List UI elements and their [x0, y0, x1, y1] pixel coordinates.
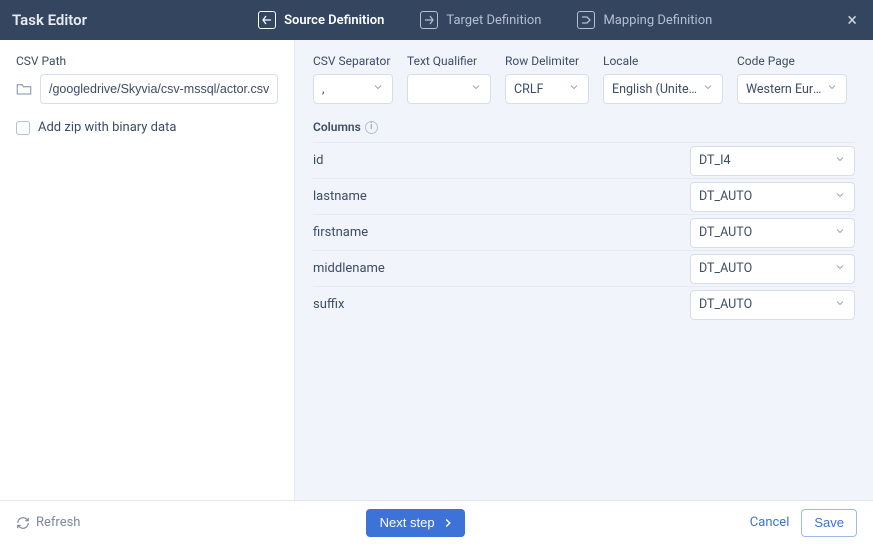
addzip-checkbox[interactable]	[16, 121, 30, 135]
column-type-value: DT_I4	[699, 153, 731, 168]
chevron-right-icon	[441, 516, 455, 530]
close-icon[interactable]: ×	[843, 6, 861, 35]
main-area: CSV Path Add zip with binary data CSV Se…	[0, 40, 873, 500]
column-type-value: DT_AUTO	[699, 297, 752, 312]
column-type-value: DT_AUTO	[699, 261, 752, 276]
locale-label: Locale	[603, 54, 723, 68]
save-button[interactable]: Save	[801, 509, 857, 537]
chevron-down-icon	[568, 81, 580, 97]
column-name: suffix	[313, 297, 344, 312]
csv-separator-label: CSV Separator	[313, 54, 393, 68]
text-qualifier-select[interactable]	[407, 74, 491, 104]
tab-label: Target Definition	[446, 13, 541, 28]
sidebar: CSV Path Add zip with binary data	[0, 40, 295, 500]
cancel-button[interactable]: Cancel	[750, 515, 790, 530]
chevron-down-icon	[470, 81, 482, 97]
params-row: CSV Separator , Text Qualifier Row Delim…	[313, 54, 855, 104]
chevron-down-icon	[826, 81, 838, 97]
refresh-label: Refresh	[36, 515, 80, 530]
refresh-button[interactable]: Refresh	[16, 515, 80, 530]
row-delimiter-select[interactable]: CRLF	[505, 74, 589, 104]
chevron-down-icon	[834, 261, 846, 277]
column-type-select[interactable]: DT_AUTO	[690, 290, 855, 320]
chevron-down-icon	[702, 81, 714, 97]
columns-label: Columns	[313, 120, 361, 134]
column-name: firstname	[313, 225, 368, 240]
csv-path-label: CSV Path	[16, 54, 278, 68]
tab-source-definition[interactable]: Source Definition	[240, 0, 402, 40]
code-page-select[interactable]: Western Europea…	[737, 74, 847, 104]
source-definition-icon	[258, 11, 276, 29]
column-type-select[interactable]: DT_AUTO	[690, 182, 855, 212]
param-text-qualifier: Text Qualifier	[407, 54, 491, 104]
footer-bar: Refresh Next step Cancel Save	[0, 500, 873, 544]
row-delimiter-label: Row Delimiter	[505, 54, 589, 68]
addzip-row[interactable]: Add zip with binary data	[16, 120, 278, 135]
column-name: middlename	[313, 261, 385, 276]
chevron-down-icon	[834, 297, 846, 313]
column-name: id	[313, 153, 324, 168]
refresh-icon	[16, 516, 30, 530]
csv-path-input[interactable]	[40, 74, 278, 104]
mapping-definition-icon	[577, 11, 595, 29]
column-name: lastname	[313, 189, 367, 204]
param-csv-separator: CSV Separator ,	[313, 54, 393, 104]
column-row: suffix DT_AUTO	[313, 286, 855, 322]
target-definition-icon	[420, 11, 438, 29]
folder-icon	[16, 82, 32, 96]
tab-target-definition[interactable]: Target Definition	[402, 0, 559, 40]
column-row: id DT_I4	[313, 142, 855, 178]
addzip-label: Add zip with binary data	[38, 120, 176, 135]
tab-label: Mapping Definition	[603, 13, 712, 28]
csv-path-row	[16, 74, 278, 104]
column-row: lastname DT_AUTO	[313, 178, 855, 214]
chevron-down-icon	[834, 189, 846, 205]
tab-label: Source Definition	[284, 13, 384, 28]
row-delimiter-value: CRLF	[514, 82, 543, 97]
column-type-value: DT_AUTO	[699, 189, 752, 204]
columns-list: idDT_I4lastnameDT_AUTOfirstnameDT_AUTOmi…	[313, 142, 855, 322]
param-row-delimiter: Row Delimiter CRLF	[505, 54, 589, 104]
csv-separator-value: ,	[322, 82, 324, 97]
code-page-value: Western Europea…	[746, 82, 826, 97]
chevron-down-icon	[834, 225, 846, 241]
next-step-label: Next step	[380, 515, 435, 530]
locale-value: English (United St…	[612, 82, 702, 97]
chevron-down-icon	[834, 153, 846, 169]
footer-right: Cancel Save	[750, 509, 857, 537]
footer-center: Next step	[80, 509, 749, 537]
page-title: Task Editor	[12, 11, 87, 29]
locale-select[interactable]: English (United St…	[603, 74, 723, 104]
columns-heading: Columns i	[313, 120, 855, 134]
content-panel: CSV Separator , Text Qualifier Row Delim…	[295, 40, 873, 500]
csv-separator-select[interactable]: ,	[313, 74, 393, 104]
header-bar: Task Editor Source Definition Target Def…	[0, 0, 873, 40]
text-qualifier-label: Text Qualifier	[407, 54, 491, 68]
param-code-page: Code Page Western Europea…	[737, 54, 847, 104]
column-type-select[interactable]: DT_AUTO	[690, 254, 855, 284]
column-row: firstname DT_AUTO	[313, 214, 855, 250]
code-page-label: Code Page	[737, 54, 847, 68]
tab-mapping-definition[interactable]: Mapping Definition	[559, 0, 730, 40]
chevron-down-icon	[372, 81, 384, 97]
column-row: middlename DT_AUTO	[313, 250, 855, 286]
column-type-select[interactable]: DT_I4	[690, 146, 855, 176]
column-type-select[interactable]: DT_AUTO	[690, 218, 855, 248]
param-locale: Locale English (United St…	[603, 54, 723, 104]
header-tabs: Source Definition Target Definition Mapp…	[127, 0, 843, 40]
info-icon[interactable]: i	[365, 121, 378, 134]
column-type-value: DT_AUTO	[699, 225, 752, 240]
next-step-button[interactable]: Next step	[366, 509, 465, 537]
